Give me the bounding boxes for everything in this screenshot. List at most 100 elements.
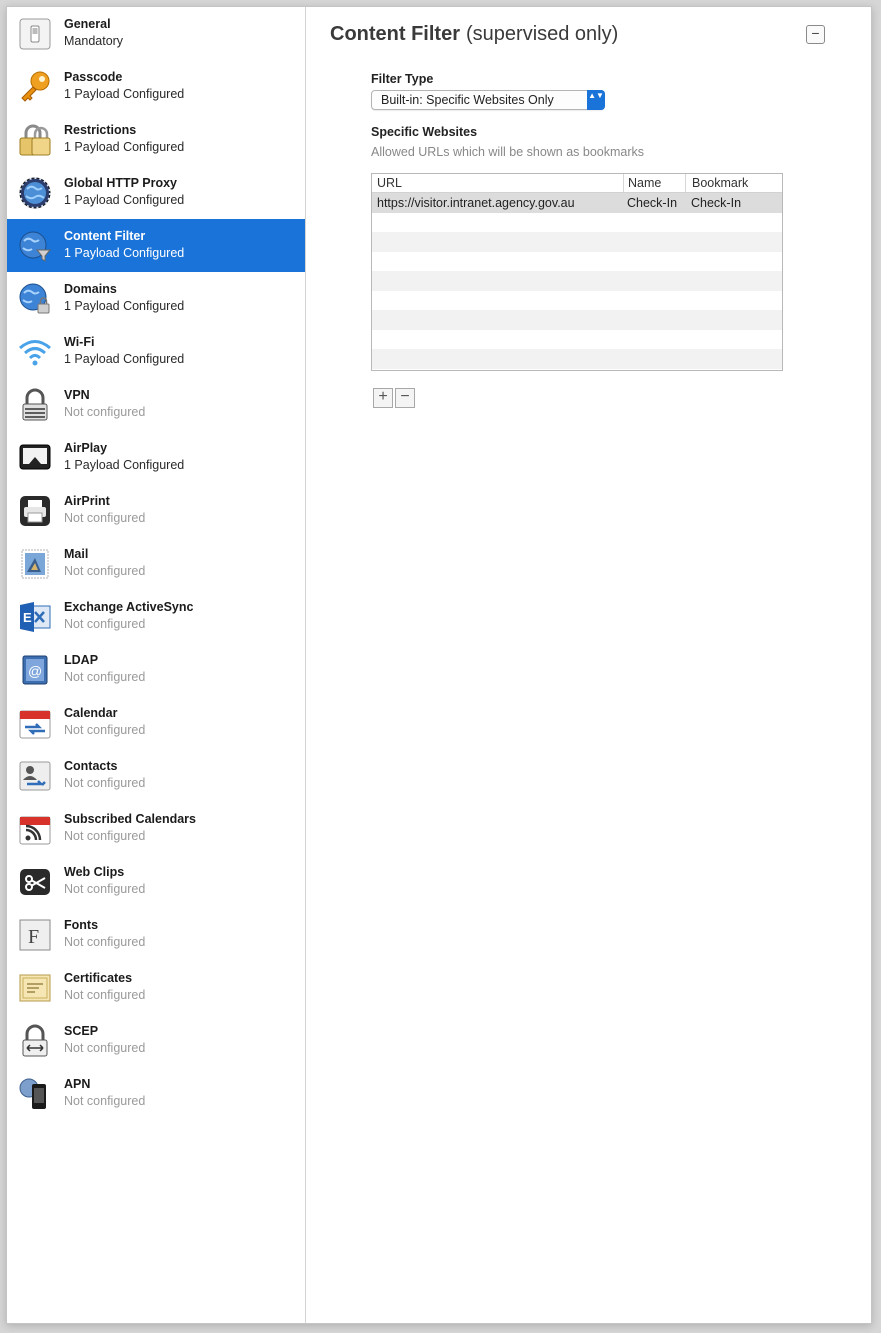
filter-type-select[interactable]: Built-in: Specific Websites Only ▲▼ (371, 90, 605, 110)
printer-icon (17, 493, 53, 529)
table-row-empty (372, 271, 782, 291)
switch-icon (17, 16, 53, 52)
page-title: Content Filter (supervised only) (330, 23, 618, 46)
svg-text:E: E (23, 610, 32, 625)
cell-bookmark: Check-In (691, 196, 742, 210)
sidebar-item-apn[interactable]: APN Not configured (7, 1067, 305, 1120)
sidebar-item-web-clips[interactable]: Web Clips Not configured (7, 855, 305, 908)
sidebar-item-scep[interactable]: SCEP Not configured (7, 1014, 305, 1067)
sidebar-item-status: Not configured (64, 776, 146, 790)
sidebar-item-title: Contacts (64, 759, 118, 773)
sidebar-item-status: Not configured (64, 511, 146, 525)
sidebar-item-passcode[interactable]: Passcode 1 Payload Configured (7, 60, 305, 113)
column-header-name[interactable]: Name (628, 176, 661, 190)
payload-detail-pane: Content Filter (supervised only) − Filter… (306, 7, 871, 1323)
sidebar-item-status: 1 Payload Configured (64, 193, 185, 207)
sidebar-item-subscribed-calendars[interactable]: Subscribed Calendars Not configured (7, 802, 305, 855)
column-header-bookmark[interactable]: Bookmark (692, 176, 748, 190)
sidebar-item-status: 1 Payload Configured (64, 140, 185, 154)
sidebar-item-title: Domains (64, 282, 117, 296)
sidebar-item-title: Mail (64, 547, 89, 561)
sidebar-item-status: Mandatory (64, 34, 124, 48)
collapse-payload-button[interactable]: − (806, 25, 825, 44)
table-row[interactable]: https://visitor.intranet.agency.gov.au C… (372, 193, 782, 213)
table-row-empty (372, 291, 782, 311)
sidebar-item-certificates[interactable]: Certificates Not configured (7, 961, 305, 1014)
key-icon (17, 69, 53, 105)
sidebar-item-status: 1 Payload Configured (64, 458, 185, 472)
sidebar-item-status: 1 Payload Configured (64, 87, 185, 101)
column-header-url[interactable]: URL (377, 176, 402, 190)
sidebar-item-vpn[interactable]: VPN Not configured (7, 378, 305, 431)
sidebar-item-title: SCEP (64, 1024, 99, 1038)
contacts-icon (17, 758, 53, 794)
globe-filter-icon (17, 228, 53, 264)
sidebar-item-general[interactable]: General Mandatory (7, 7, 305, 60)
sidebar-item-status: 1 Payload Configured (64, 299, 185, 313)
cell-url: https://visitor.intranet.agency.gov.au (377, 196, 575, 210)
calendar-icon (17, 705, 53, 741)
svg-text:F: F (28, 926, 39, 948)
sidebar-item-restrictions[interactable]: Restrictions 1 Payload Configured (7, 113, 305, 166)
page-title-text: Content Filter (330, 23, 460, 45)
websites-table: URL Name Bookmark https://visitor.intran… (371, 173, 783, 371)
sidebar-item-title: Wi-Fi (64, 335, 95, 349)
svg-text:@: @ (28, 663, 42, 679)
sidebar-item-ldap[interactable]: @ LDAP Not configured (7, 643, 305, 696)
sidebar-item-status: Not configured (64, 564, 146, 578)
sidebar-item-content-filter[interactable]: Content Filter 1 Payload Configured (7, 219, 305, 272)
scissors-icon (17, 864, 53, 900)
exchange-icon: E (17, 599, 53, 635)
sidebar-item-status: Not configured (64, 882, 146, 896)
sidebar-item-calendar[interactable]: Calendar Not configured (7, 696, 305, 749)
sidebar-item-domains[interactable]: Domains 1 Payload Configured (7, 272, 305, 325)
sidebar-item-airprint[interactable]: AirPrint Not configured (7, 484, 305, 537)
add-website-button[interactable]: + (373, 388, 393, 408)
sidebar-item-status: Not configured (64, 1094, 146, 1108)
sidebar-item-title: VPN (64, 388, 90, 402)
apn-phone-icon (17, 1076, 53, 1112)
sidebar-item-status: 1 Payload Configured (64, 352, 185, 366)
sidebar-item-title: Calendar (64, 706, 118, 720)
sidebar-item-fonts[interactable]: F Fonts Not configured (7, 908, 305, 961)
sidebar-item-status: Not configured (64, 829, 146, 843)
sidebar-item-contacts[interactable]: Contacts Not configured (7, 749, 305, 802)
sidebar-item-title: LDAP (64, 653, 99, 667)
sidebar-item-title: Restrictions (64, 123, 137, 137)
column-divider (685, 174, 686, 192)
remove-website-button[interactable]: − (395, 388, 415, 408)
sidebar-item-title: Exchange ActiveSync (64, 600, 194, 614)
vpn-lock-icon (17, 387, 53, 423)
sidebar-item-title: Global HTTP Proxy (64, 176, 177, 190)
sidebar-item-wi-fi[interactable]: Wi-Fi 1 Payload Configured (7, 325, 305, 378)
ldap-at-icon: @ (17, 652, 53, 688)
globe-domain-icon (17, 281, 53, 317)
wifi-icon (17, 334, 53, 370)
sidebar-item-status: Not configured (64, 405, 146, 419)
table-row-empty (372, 232, 782, 252)
sidebar-item-global-http-proxy[interactable]: Global HTTP Proxy 1 Payload Configured (7, 166, 305, 219)
table-row-empty (372, 310, 782, 330)
mail-stamp-icon (17, 546, 53, 582)
sidebar-item-mail[interactable]: Mail Not configured (7, 537, 305, 590)
profile-window: General Mandatory Passcode 1 Payload Con… (6, 6, 872, 1324)
table-row-empty (372, 213, 782, 233)
cell-name: Check-In (627, 196, 678, 210)
page-subtitle: (supervised only) (466, 23, 619, 45)
sidebar-item-status: Not configured (64, 1041, 146, 1055)
padlock-gold-icon (17, 122, 53, 158)
globe-proxy-icon (17, 175, 53, 211)
sidebar-item-airplay[interactable]: AirPlay 1 Payload Configured (7, 431, 305, 484)
sidebar-item-title: Web Clips (64, 865, 125, 879)
stepper-arrows-icon: ▲▼ (587, 90, 605, 110)
sidebar-item-title: AirPlay (64, 441, 108, 455)
sidebar-item-exchange-activesync[interactable]: E Exchange ActiveSync Not configured (7, 590, 305, 643)
sidebar-item-status: 1 Payload Configured (64, 246, 185, 260)
filter-type-value: Built-in: Specific Websites Only (381, 93, 554, 107)
sidebar-item-status: Not configured (64, 723, 146, 737)
sidebar-item-status: Not configured (64, 935, 146, 949)
table-row-empty (372, 252, 782, 272)
column-divider (623, 174, 624, 192)
filter-type-label: Filter Type (371, 72, 434, 86)
subscribed-calendar-icon (17, 811, 53, 847)
